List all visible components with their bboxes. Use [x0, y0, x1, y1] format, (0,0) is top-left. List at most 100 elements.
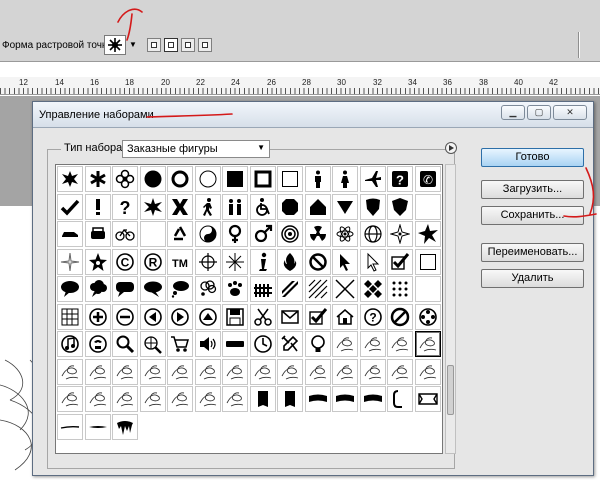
shape-preset-calligraphy[interactable] [277, 358, 303, 385]
shape-preset-calligraphy[interactable] [167, 386, 193, 412]
shape-preset-clock[interactable] [249, 331, 276, 357]
shape-preset-no-sign[interactable] [304, 248, 331, 275]
shape-preset-question[interactable]: ? [112, 193, 138, 220]
shape-preset-envelope[interactable] [277, 303, 303, 330]
shape-preset-male[interactable] [249, 221, 276, 247]
shape-preset-checkbox[interactable] [304, 303, 331, 330]
shape-preset-star-badge[interactable] [84, 248, 111, 275]
dialog-titlebar[interactable]: Управление наборами ▁ ▢ ✕ [33, 102, 593, 128]
shape-preset-calligraphy[interactable] [57, 358, 83, 385]
shape-preset-diamonds[interactable] [359, 276, 386, 302]
shape-preset-calligraphy[interactable] [359, 358, 386, 385]
shape-preset-lightbulb[interactable] [304, 331, 331, 357]
shape-preset-calligraphy[interactable] [139, 358, 166, 385]
shape-preset-car-side[interactable] [57, 221, 83, 247]
shape-preset-sparkle[interactable] [57, 248, 83, 275]
shape-preset-calligraphy[interactable] [332, 331, 358, 357]
shape-preset-calligraphy[interactable] [167, 358, 193, 385]
shape-preset-line-taper[interactable] [84, 413, 111, 440]
shape-preset-square-frame[interactable] [249, 166, 276, 192]
shape-preset-film-reel[interactable] [414, 303, 441, 330]
shape-preset-home[interactable] [304, 193, 331, 220]
shape-preset-tools[interactable] [277, 331, 303, 357]
combine-mode-icon[interactable] [198, 38, 212, 52]
shape-preset-bicycle[interactable] [112, 221, 138, 247]
shape-preset-speech-cloud[interactable] [84, 276, 111, 302]
shape-preset-circle-outline[interactable] [194, 166, 221, 192]
shape-preset-calligraphy[interactable] [249, 358, 276, 385]
load-button[interactable]: Загрузить... [481, 180, 584, 199]
shape-preset-cart[interactable] [167, 331, 193, 357]
shape-preset-calligraphy[interactable] [387, 331, 413, 357]
shape-preset-stripes[interactable] [304, 276, 331, 302]
shape-preset-globe[interactable] [359, 221, 386, 247]
shape-preset-arrow-left[interactable] [139, 303, 166, 330]
shape-preset-phone-circle[interactable] [84, 331, 111, 357]
shape-preset-calligraphy[interactable] [112, 358, 138, 385]
shape-preset-target[interactable] [277, 221, 303, 247]
shape-preset-calligraphy[interactable] [304, 358, 331, 385]
shape-preset-minus[interactable] [112, 303, 138, 330]
shape-preset-web[interactable] [139, 331, 166, 357]
shape-preset-bracket[interactable] [387, 386, 413, 412]
shape-preset-paw[interactable] [222, 276, 248, 302]
shape-preset-calligraphy[interactable] [414, 331, 441, 357]
shape-preset-bar[interactable] [222, 331, 248, 357]
shape-preset-calligraphy[interactable] [112, 386, 138, 412]
rename-button[interactable]: Переименовать... [481, 243, 584, 262]
shape-preset-square-outline[interactable] [414, 248, 441, 275]
shape-preset-calligraphy[interactable] [57, 386, 83, 412]
shape-preset-checkbox[interactable] [387, 248, 413, 275]
paths-mode-icon[interactable] [164, 38, 178, 52]
shape-preset-line-stroke[interactable] [57, 413, 83, 440]
save-button[interactable]: Сохранить... [481, 206, 584, 225]
shape-preset-calligraphy[interactable] [414, 358, 441, 385]
shape-preset-banner-tall[interactable] [249, 386, 276, 412]
shape-preset-calligraphy[interactable] [332, 358, 358, 385]
shape-preset-calligraphy[interactable] [139, 386, 166, 412]
panel-menu-button[interactable] [445, 142, 457, 154]
shape-preset-banner-wide[interactable] [332, 386, 358, 412]
shape-preset-speaker[interactable] [194, 331, 221, 357]
shape-preset-ring[interactable] [167, 166, 193, 192]
shape-preset-cursor[interactable] [332, 248, 358, 275]
shape-preset-triangle-down[interactable] [332, 193, 358, 220]
shape-preset-cursor-outline[interactable] [359, 248, 386, 275]
shape-preset-copyright[interactable]: C [112, 248, 138, 275]
shape-preset-calligraphy[interactable] [222, 386, 248, 412]
shape-preset-house[interactable] [332, 303, 358, 330]
shape-preset-phone[interactable]: ✆ [414, 166, 441, 192]
shape-preset-no-circle[interactable] [387, 303, 413, 330]
shape-preset-speech-bubble[interactable] [139, 276, 166, 302]
shape-preset-scissors[interactable] [249, 303, 276, 330]
shape-preset-speech-oval[interactable] [57, 276, 83, 302]
shape-preset-dots[interactable] [387, 276, 413, 302]
done-button[interactable]: Готово [481, 148, 584, 167]
shape-preset-flower[interactable] [112, 166, 138, 192]
shape-preset-calligraphy[interactable] [194, 358, 221, 385]
minimize-button[interactable]: ▁ [501, 105, 525, 120]
shape-preset-burst2[interactable] [414, 221, 441, 247]
shape-preset-calligraphy[interactable] [359, 331, 386, 357]
shape-preset-radiation[interactable] [304, 221, 331, 247]
shape-preset-shield2[interactable] [387, 193, 413, 220]
shape-preset-exclamation[interactable] [84, 193, 111, 220]
shape-preset-circle[interactable] [139, 166, 166, 192]
shape-preset-bars[interactable] [277, 276, 303, 302]
shape-preset-airplane[interactable] [359, 166, 386, 192]
shape-preset-recycle[interactable] [167, 221, 193, 247]
shape-preset-magnifier[interactable] [112, 331, 138, 357]
shape-preset-calligraphy[interactable] [84, 386, 111, 412]
preset-shape-grid[interactable]: ? ✆? C R TM? [55, 164, 443, 454]
shape-preset-shield[interactable] [359, 193, 386, 220]
shape-preset-calligraphy[interactable] [222, 358, 248, 385]
brush-dropdown-icon[interactable]: ▼ [129, 40, 137, 49]
shape-preset-check[interactable] [57, 193, 83, 220]
shape-preset-banner-wide[interactable] [359, 386, 386, 412]
shape-preset-family[interactable] [222, 193, 248, 220]
shape-preset-blank[interactable] [414, 276, 441, 302]
shape-preset-square[interactable] [222, 166, 248, 192]
shape-preset-crosshair[interactable] [194, 248, 221, 275]
shape-preset-calligraphy[interactable] [387, 358, 413, 385]
shape-preset-thought-cloud[interactable] [194, 276, 221, 302]
